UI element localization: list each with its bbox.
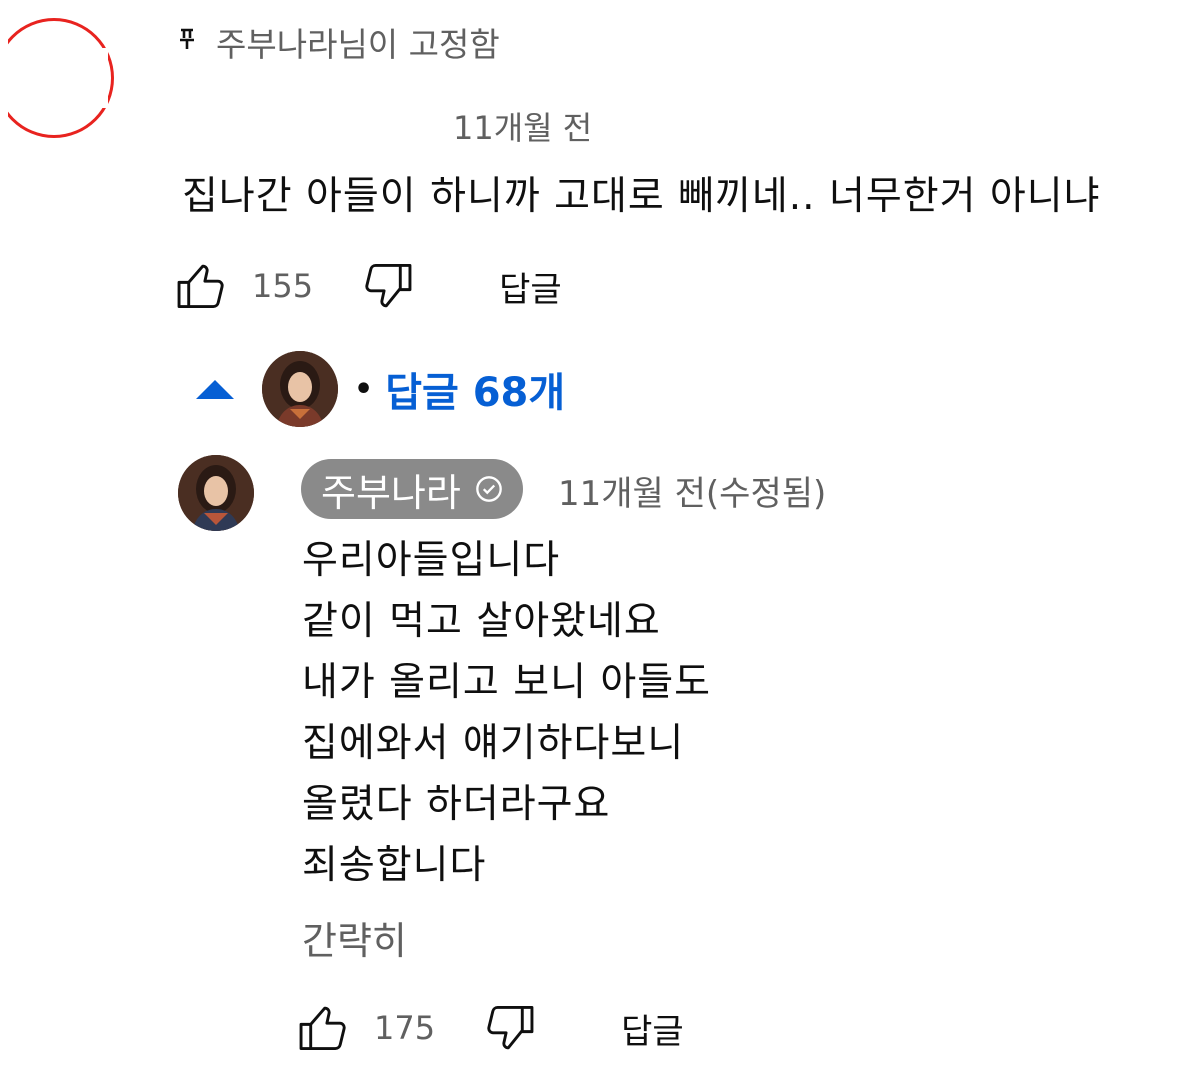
reply-text-line: 집에와서 얘기하다보니 xyxy=(302,721,685,766)
thumbs-down-icon xyxy=(365,264,412,308)
comment-action-bar: 155 답글 xyxy=(172,256,562,316)
reply-author-avatar[interactable] xyxy=(178,455,254,531)
reply-author-chip[interactable]: 주부나라 xyxy=(301,459,523,519)
reply-text-line: 죄송합니다 xyxy=(302,843,487,888)
separator-dot: • xyxy=(354,371,374,407)
pinned-label: 주부나라님이 고정함 xyxy=(216,25,500,64)
dislike-button[interactable] xyxy=(357,256,417,316)
caret-up-icon xyxy=(196,379,234,399)
pin-icon xyxy=(178,28,196,56)
creator-avatar xyxy=(262,351,338,427)
thumbs-up-icon xyxy=(177,264,224,308)
reply-author-name: 주부나라 xyxy=(321,470,461,515)
reply-text-line: 같이 먹고 살아왔네요 xyxy=(302,599,661,644)
verified-check-icon xyxy=(476,476,502,502)
replies-count-label: 답글 68개 xyxy=(385,370,566,416)
reply-button[interactable]: 답글 xyxy=(499,262,562,311)
comment-text: 집나간 아들이 하니까 고대로 빼끼네.. 너무한거 아니냐 xyxy=(182,174,1101,219)
reply-like-count: 175 xyxy=(374,1009,436,1047)
replies-toggle[interactable]: • 답글 68개 xyxy=(196,350,565,428)
thumbs-down-icon xyxy=(487,1006,534,1050)
reply-text: 우리아들입니다 같이 먹고 살아왔네요 내가 올리고 보니 아들도 집에와서 얘… xyxy=(302,530,711,896)
reply-text-line: 우리아들입니다 xyxy=(302,538,561,583)
reply-text-line: 올렸다 하더라구요 xyxy=(302,782,611,827)
commenter-avatar[interactable] xyxy=(8,18,114,138)
like-button[interactable] xyxy=(172,256,232,316)
comment-timestamp[interactable]: 11개월 전 xyxy=(453,103,592,149)
show-less-button[interactable]: 간략히 xyxy=(302,910,407,965)
reply-action-bar: 175 답글 xyxy=(294,998,684,1058)
reply-dislike-button[interactable] xyxy=(479,998,539,1058)
reply-timestamp[interactable]: 11개월 전(수정됨) xyxy=(558,466,826,515)
pinned-indicator: 주부나라님이 고정함 xyxy=(178,22,500,64)
reply-reply-button[interactable]: 답글 xyxy=(621,1004,684,1053)
reply-like-button[interactable] xyxy=(294,998,354,1058)
thumbs-up-icon xyxy=(299,1006,346,1050)
like-count: 155 xyxy=(252,267,314,305)
reply-text-line: 내가 올리고 보니 아들도 xyxy=(302,660,711,705)
